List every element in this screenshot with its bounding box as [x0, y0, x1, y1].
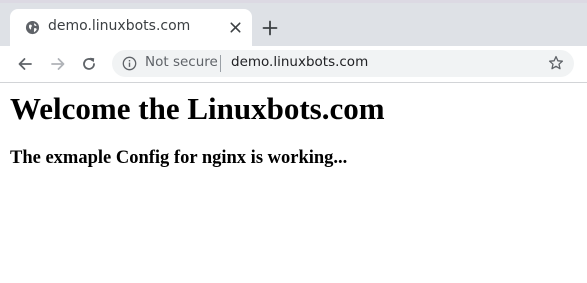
page-content: Welcome the Linuxbots.com The exmaple Co… — [0, 83, 587, 283]
info-icon[interactable] — [122, 56, 137, 71]
tab-strip: demo.linuxbots.com — [0, 0, 587, 46]
page-heading: Welcome the Linuxbots.com — [10, 91, 385, 126]
plus-icon[interactable] — [262, 20, 278, 36]
arrow-right-icon[interactable] — [50, 56, 66, 72]
globe-icon — [25, 20, 40, 35]
star-icon[interactable] — [548, 55, 564, 71]
page-subheading: The exmaple Config for nginx is working.… — [10, 148, 348, 168]
address-divider — [220, 55, 221, 72]
browser-toolbar: Not secure demo.linuxbots.com — [0, 46, 587, 82]
address-bar[interactable]: Not secure demo.linuxbots.com — [112, 50, 574, 77]
window-top-edge — [0, 0, 587, 3]
close-icon[interactable] — [228, 20, 243, 35]
url-text[interactable]: demo.linuxbots.com — [231, 54, 368, 70]
arrow-left-icon[interactable] — [17, 56, 33, 72]
tab-title: demo.linuxbots.com — [48, 18, 191, 34]
browser-tab[interactable]: demo.linuxbots.com — [10, 9, 252, 46]
reload-icon[interactable] — [81, 56, 97, 72]
security-status[interactable]: Not secure — [145, 54, 218, 70]
